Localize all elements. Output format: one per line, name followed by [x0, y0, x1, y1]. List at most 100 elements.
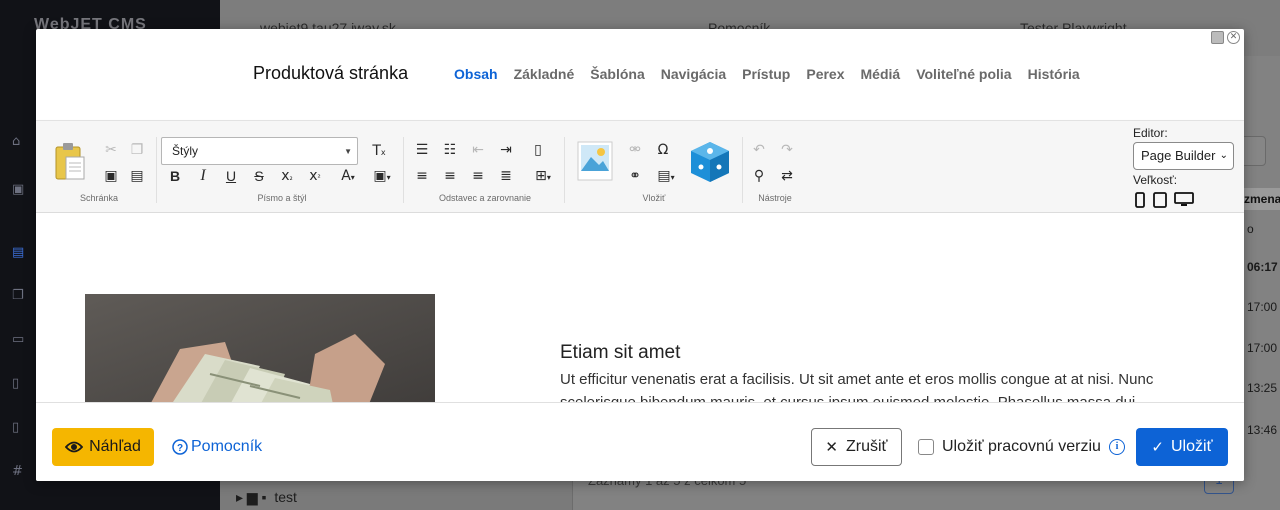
dialog-header: Produktová stránka Obsah Základné Šablón… [36, 29, 1244, 119]
table-cell: 17:00 [1247, 341, 1278, 355]
page-icon[interactable]: ▤ [12, 245, 28, 261]
help-link-label: Pomocník [191, 438, 263, 455]
toolbar-separator [156, 137, 157, 203]
save-draft-checkbox[interactable] [918, 439, 934, 455]
table-cell: 13:46 [1247, 423, 1278, 437]
outdent-icon[interactable]: ⇤ [468, 140, 488, 160]
table-cell: 17:00 [1247, 300, 1278, 314]
align-left-icon[interactable]: ≡ [412, 166, 432, 186]
italic-icon[interactable]: I [193, 166, 213, 186]
copy-icon[interactable]: ❐ [127, 140, 147, 160]
tools-group-label: Nástroje [758, 193, 792, 203]
styles-dropdown[interactable]: Štýly ▼ [161, 137, 358, 165]
question-icon: ? [172, 439, 188, 455]
align-right-icon[interactable]: ≡ [468, 166, 488, 186]
remove-format-icon[interactable]: Tx [369, 141, 389, 161]
save-draft-option: Uložiť pracovnú verziu i [918, 438, 1125, 456]
paragraph-group-label: Odstavec a zarovnanie [438, 193, 532, 203]
toolbar-separator [564, 137, 565, 203]
svg-text:?: ? [177, 443, 183, 454]
money-photo[interactable] [85, 294, 435, 402]
strikethrough-icon[interactable]: S [249, 166, 269, 186]
file-add-icon[interactable]: ▯ [12, 376, 28, 392]
clipboard-group: ✂ ❐ ▣ ▤ Schránka [36, 121, 162, 214]
hash-icon[interactable]: # [12, 464, 28, 480]
tab-sablona[interactable]: Šablóna [590, 66, 644, 82]
paste-word-icon[interactable]: ▤ [127, 166, 147, 186]
save-button[interactable]: ✓ Uložiť [1136, 428, 1228, 466]
table-icon[interactable]: ⊞▾ [530, 166, 556, 186]
redo-icon[interactable]: ↷ [777, 140, 797, 160]
tab-media[interactable]: Médiá [861, 66, 901, 82]
info-icon[interactable]: i [1108, 439, 1125, 455]
paste-icon[interactable] [54, 141, 88, 183]
image-icon[interactable]: ▣ [12, 182, 28, 198]
search-icon[interactable]: ⚲ [749, 166, 769, 186]
save-button-label: Uložiť [1171, 438, 1213, 455]
styles-dropdown-value: Štýly [172, 144, 199, 158]
chevron-down-icon: ⌄ [1219, 150, 1228, 161]
preview-button-label: Náhľad [89, 438, 141, 455]
tab-historia[interactable]: História [1028, 66, 1080, 82]
tab-volitelne-polia[interactable]: Voliteľné polia [916, 66, 1011, 82]
underline-icon[interactable]: U [221, 166, 241, 186]
copy-icon[interactable]: ❐ [12, 288, 28, 304]
subscript-icon[interactable]: x₂ [277, 166, 297, 186]
article-text: Ut efficitur venenatis erat a facilisis.… [560, 371, 1154, 402]
table-cell: 13:25 [1247, 381, 1278, 395]
chevron-down-icon: ▼ [344, 147, 352, 156]
numbered-list-icon[interactable]: ☷ [440, 140, 460, 160]
unlink-icon[interactable]: ⚮ [625, 140, 645, 160]
save-draft-label[interactable]: Uložiť pracovnú verziu [942, 438, 1101, 456]
close-icon: ✕ [825, 439, 838, 456]
dialog-footer: Náhľad ? Pomocník ✕ Zrušiť Uložiť pracov… [36, 402, 1244, 481]
tab-navigacia[interactable]: Navigácia [661, 66, 726, 82]
bullet-list-icon[interactable]: ☰ [412, 140, 432, 160]
document-icon[interactable]: ▭ [12, 332, 28, 348]
file-icon[interactable]: ▯ [12, 420, 28, 436]
cancel-button-label: Zrušiť [846, 438, 888, 455]
bold-icon[interactable]: B [165, 166, 185, 186]
background-color-icon[interactable]: ▣▾ [369, 166, 395, 186]
align-center-icon[interactable]: ≡ [440, 166, 460, 186]
clipboard-group-label: Schránka [79, 193, 119, 203]
tab-perex[interactable]: Perex [806, 66, 844, 82]
home-icon[interactable]: ⌂ [12, 134, 28, 150]
font-group-label: Písmo a štýl [257, 193, 307, 203]
size-label: Veľkosť: [1133, 173, 1178, 187]
editor-type-select[interactable]: Page Builder ⌄ [1133, 142, 1234, 170]
image-icon[interactable] [577, 141, 613, 181]
superscript-icon[interactable]: x² [305, 166, 325, 186]
article-heading: Etiam sit amet [560, 342, 681, 363]
desktop-icon[interactable] [1174, 192, 1194, 208]
toolbar-separator [742, 137, 743, 203]
paste-text-icon[interactable]: ▣ [101, 166, 121, 186]
undo-icon[interactable]: ↶ [749, 140, 769, 160]
tab-pristup[interactable]: Prístup [742, 66, 790, 82]
tab-zakladne[interactable]: Základné [514, 66, 575, 82]
page-break-icon[interactable]: ▯ [528, 140, 548, 160]
indent-icon[interactable]: ⇥ [496, 140, 516, 160]
insert-group-label: Vložiť [642, 193, 666, 203]
editor-type-value: Page Builder [1141, 148, 1216, 163]
editor-content[interactable]: Etiam sit amet Ut efficitur venenatis er… [36, 213, 1244, 402]
cut-icon[interactable]: ✂ [101, 140, 121, 160]
tree-item[interactable]: ▸ ▆ ▪ test [236, 489, 297, 506]
apps-cube-icon[interactable] [689, 140, 731, 184]
preview-button[interactable]: Náhľad [52, 428, 154, 466]
tablet-icon[interactable] [1153, 192, 1167, 208]
replace-icon[interactable]: ⇄ [777, 166, 797, 186]
link-icon[interactable]: ⚭ [625, 166, 645, 186]
form-icon[interactable]: ▤▾ [653, 166, 679, 186]
help-link[interactable]: ? Pomocník [172, 438, 262, 456]
cancel-button[interactable]: ✕ Zrušiť [811, 428, 902, 466]
tab-obsah[interactable]: Obsah [454, 66, 498, 82]
editor-label: Editor: [1133, 126, 1168, 140]
dialog-title: Produktová stránka [253, 63, 409, 83]
toolbar-separator [403, 137, 404, 203]
special-char-icon[interactable]: Ω [653, 140, 673, 160]
phone-icon[interactable] [1135, 192, 1145, 208]
text-color-icon[interactable]: A▾ [335, 166, 361, 186]
table-filter[interactable]: o [1247, 222, 1254, 236]
align-justify-icon[interactable]: ≣ [496, 166, 516, 186]
